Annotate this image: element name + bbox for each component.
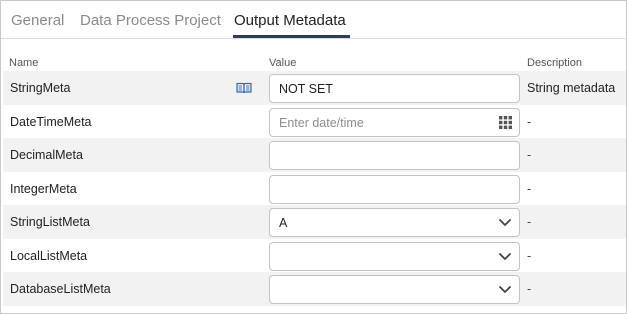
book-icon[interactable] [236,82,252,94]
column-header-description: Description [527,57,583,69]
chevron-down-icon[interactable] [499,252,511,261]
metadata-row-stringlistmeta: StringListMeta A - [3,205,626,239]
row-name: StringListMeta [10,215,90,229]
row-description: - [527,282,532,296]
tab-general[interactable]: General [11,12,64,29]
row-description: - [527,182,532,196]
field-value: NOT SET [279,82,333,96]
metadata-row-integermeta: IntegerMeta - [3,172,626,206]
decimalmeta-input[interactable] [269,141,520,170]
metadata-row-datetimemeta: DateTimeMeta - [3,105,626,139]
chevron-down-icon[interactable] [499,285,511,294]
row-name: IntegerMeta [10,182,77,196]
active-tab-indicator [233,35,350,38]
metadata-panel: General Data Process Project Output Meta… [0,0,627,314]
date-time-input[interactable] [271,110,486,135]
row-description: - [527,215,532,229]
datetimemeta-input[interactable] [269,108,520,137]
metadata-row-databaselistmeta: DatabaseListMeta - [3,272,626,306]
column-header-name: Name [9,57,39,69]
row-name: DecimalMeta [10,148,83,162]
stringmeta-input[interactable]: NOT SET [269,74,520,103]
row-name: DateTimeMeta [10,115,92,129]
tab-output-metadata[interactable]: Output Metadata [234,12,346,29]
locallistmeta-select[interactable] [269,242,520,271]
calendar-grid-icon[interactable] [499,116,512,129]
metadata-row-locallistmeta: LocalListMeta - [3,239,626,273]
metadata-row-stringmeta: StringMeta NOT SET String metadata [3,71,626,105]
row-description: - [527,115,532,129]
metadata-row-decimalmeta: DecimalMeta - [3,138,626,172]
tab-data-process-project[interactable]: Data Process Project [80,12,221,29]
row-description: String metadata [527,81,616,95]
row-name: StringMeta [10,81,71,95]
row-name: LocalListMeta [10,249,88,263]
row-description: - [527,249,532,263]
selected-value: A [279,216,288,230]
column-header-value: Value [269,57,297,69]
databaselistmeta-select[interactable] [269,275,520,304]
chevron-down-icon[interactable] [499,218,511,227]
integermeta-input[interactable] [269,175,520,204]
tab-bar: General Data Process Project Output Meta… [1,1,627,39]
row-description: - [527,148,532,162]
stringlistmeta-select[interactable]: A [269,208,520,237]
row-name: DatabaseListMeta [10,282,111,296]
